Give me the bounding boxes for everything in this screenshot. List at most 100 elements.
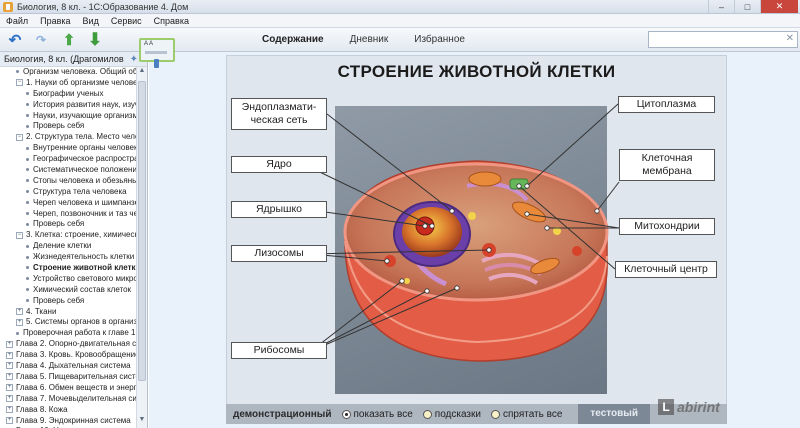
search-input[interactable]: ✕ xyxy=(648,31,798,48)
label-centrosome[interactable]: Клеточный центр xyxy=(615,261,717,278)
tree-item[interactable]: −1. Науки об организме человек xyxy=(0,78,136,89)
down-arrow-icon[interactable]: ⬇ xyxy=(86,30,104,49)
pin-icon[interactable]: ✦ xyxy=(130,54,138,65)
close-button[interactable]: ✕ xyxy=(760,0,798,13)
collapse-icon[interactable]: − xyxy=(16,231,23,239)
mode-demo[interactable]: демонстрационный xyxy=(233,409,332,420)
tree-item[interactable]: +5. Системы органов в организм xyxy=(0,317,136,328)
label-ribosomes[interactable]: Рибосомы xyxy=(231,342,327,359)
tree-item[interactable]: Систематическое положение xyxy=(0,165,136,176)
tree-item[interactable]: Географическое распростран xyxy=(0,154,136,165)
label-nucleus[interactable]: Ядро xyxy=(231,156,327,173)
expand-icon[interactable]: + xyxy=(6,340,13,348)
tree-item[interactable]: + Глава 4. Дыхательная система xyxy=(0,361,136,372)
expand-icon[interactable]: + xyxy=(6,362,13,370)
tree-item[interactable]: + Глава 5. Пищеварительная систе xyxy=(0,372,136,383)
radio-hide-all[interactable]: спрятать все xyxy=(490,409,562,420)
tree-item[interactable]: −2. Структура тела. Место челов xyxy=(0,132,136,143)
expand-icon[interactable]: + xyxy=(16,318,23,326)
radio-hints[interactable]: подсказки xyxy=(422,408,481,420)
tree-item[interactable]: Химический состав клеток xyxy=(0,285,136,296)
label-cytoplasm[interactable]: Цитоплазма xyxy=(618,96,715,113)
tree-item[interactable]: Структура тела человека xyxy=(0,187,136,198)
tree-item[interactable]: Стопы человека и обезьяны xyxy=(0,176,136,187)
tree-item[interactable]: Деление клетки xyxy=(0,241,136,252)
tree-item[interactable]: Проверочная работа к главе 1 ( xyxy=(0,328,136,339)
menu-file[interactable]: Файл xyxy=(0,16,34,26)
label-nucleolus[interactable]: Ядрышко xyxy=(231,201,327,218)
expand-icon[interactable]: + xyxy=(6,373,13,381)
radio-show-all-indicator[interactable] xyxy=(341,409,351,419)
scroll-thumb[interactable] xyxy=(138,81,146,381)
tree-item[interactable]: Строение животной клетки xyxy=(0,263,136,274)
expand-icon[interactable]: + xyxy=(6,395,13,403)
tree-item[interactable]: Науки, изучающие организм xyxy=(0,111,136,122)
expand-icon[interactable]: + xyxy=(6,384,13,392)
expand-icon[interactable]: + xyxy=(6,351,13,359)
tree-item-label: Череп человека и шимпанзе xyxy=(33,197,136,207)
tree-item-label: 5. Системы органов в организм xyxy=(26,317,136,327)
collapse-icon[interactable]: − xyxy=(16,133,23,141)
tree-item-label: Деление клетки xyxy=(33,241,92,251)
clear-icon[interactable]: ✕ xyxy=(786,33,794,44)
radio-hints-label: подсказки xyxy=(434,408,481,420)
tree-item[interactable]: История развития наук, изуч xyxy=(0,100,136,111)
tree-item[interactable]: + Глава 8. Кожа xyxy=(0,405,136,416)
tree-item[interactable]: +4. Ткани xyxy=(0,307,136,318)
label-cell-membrane[interactable]: Клеточная мембрана xyxy=(619,149,715,181)
minimize-button[interactable]: ‒ xyxy=(708,0,734,13)
collapse-icon[interactable]: − xyxy=(16,79,23,87)
expand-icon[interactable]: + xyxy=(6,406,13,413)
label-mitochondria[interactable]: Митохондрии xyxy=(619,218,715,235)
tree-item[interactable]: Проверь себя xyxy=(0,121,136,132)
tree-item[interactable]: Внутренние органы человека xyxy=(0,143,136,154)
tab-diary[interactable]: Дневник xyxy=(350,34,389,45)
tree-item-label: Глава 6. Обмен веществ и энерги xyxy=(16,382,136,392)
font-size-slider-knob[interactable] xyxy=(154,59,159,68)
font-size-slider[interactable] xyxy=(145,51,167,68)
up-arrow-icon[interactable]: ⬆ xyxy=(60,31,78,49)
tree-item-label: Стопы человека и обезьяны xyxy=(33,175,136,185)
radio-hints-indicator[interactable] xyxy=(422,409,432,419)
tree-item[interactable]: Организм человека. Общий об xyxy=(0,67,136,78)
scroll-up-icon[interactable]: ▲ xyxy=(137,67,147,79)
expand-icon[interactable]: + xyxy=(16,307,23,315)
scroll-down-icon[interactable]: ▼ xyxy=(137,416,147,428)
tree-item-label: Глава 8. Кожа xyxy=(16,404,68,414)
tree-item[interactable]: Жизнедеятельность клетки xyxy=(0,252,136,263)
tree-item[interactable]: Устройство светового микро xyxy=(0,274,136,285)
menu-help[interactable]: Справка xyxy=(148,16,195,26)
tree-item[interactable]: Проверь себя xyxy=(0,219,136,230)
mode-bar: демонстрационный показать все подсказки … xyxy=(226,404,727,424)
sidebar-scrollbar[interactable]: ▲ ▼ xyxy=(136,67,147,428)
menu-edit[interactable]: Правка xyxy=(34,16,76,26)
menu-service[interactable]: Сервис xyxy=(105,16,148,26)
slide: СТРОЕНИЕ ЖИВОТНОЙ КЛЕТКИ Эндоплазмати- ч… xyxy=(226,55,727,424)
tree-item[interactable]: Череп человека и шимпанзе xyxy=(0,198,136,209)
tree-item[interactable]: + Глава 3. Кровь. Кровообращение xyxy=(0,350,136,361)
mode-test[interactable]: тестовый xyxy=(578,404,650,424)
sidebar-title: Биология, 8 кл. (Драгомилов xyxy=(4,54,124,64)
menu-view[interactable]: Вид xyxy=(77,16,105,26)
tree-item[interactable]: −3. Клетка: строение, химическ xyxy=(0,230,136,241)
tab-contents[interactable]: Содержание xyxy=(262,34,324,45)
radio-hide-all-indicator[interactable] xyxy=(490,409,500,419)
tree-item[interactable]: + Глава 9. Эндокринная система xyxy=(0,416,136,427)
label-endoplasmic-reticulum[interactable]: Эндоплазмати- ческая сеть xyxy=(231,98,327,130)
expand-icon[interactable]: + xyxy=(6,416,13,424)
tree-item[interactable]: Биографии ученых xyxy=(0,89,136,100)
maximize-button[interactable]: □ xyxy=(734,0,760,13)
tab-favorites[interactable]: Избранное xyxy=(414,34,465,45)
tree-item[interactable]: Проверь себя xyxy=(0,296,136,307)
label-lysosomes[interactable]: Лизосомы xyxy=(231,245,327,262)
radio-show-all[interactable]: показать все xyxy=(341,409,413,420)
back-arrow-icon[interactable]: ↶ xyxy=(6,31,24,49)
tree-item[interactable]: + Глава 6. Обмен веществ и энерги xyxy=(0,383,136,394)
tree-item[interactable]: + Глава 7. Мочевыделительная сис xyxy=(0,394,136,405)
forward-arrow-icon[interactable]: ↷ xyxy=(32,31,50,49)
tree-item-label: Систематическое положение xyxy=(33,165,136,175)
vesicle xyxy=(468,212,476,220)
tree-item[interactable]: + Глава 2. Опорно-двигательная си xyxy=(0,339,136,350)
tree-item[interactable]: Череп, позвоночник и таз че xyxy=(0,209,136,220)
font-size-widget[interactable]: A A xyxy=(139,38,175,68)
